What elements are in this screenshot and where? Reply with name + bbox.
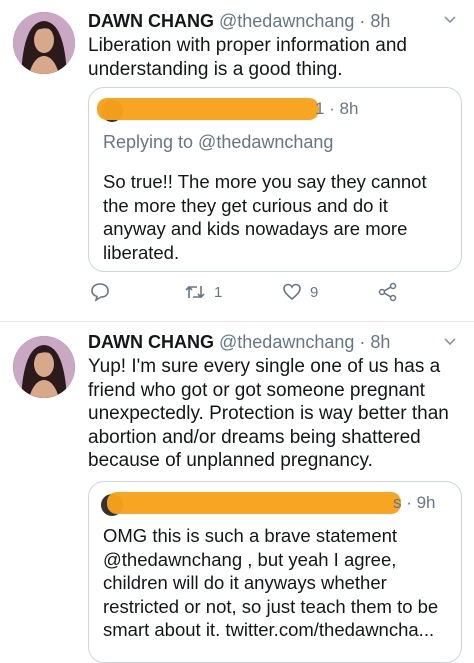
tweet-actions: 1 9 bbox=[88, 282, 460, 308]
quoted-text: OMG this is such a brave statement @thed… bbox=[103, 525, 439, 640]
redaction-mark bbox=[107, 492, 401, 514]
author-name[interactable]: DAWN CHANG bbox=[88, 332, 214, 352]
like-button[interactable]: 9 bbox=[282, 282, 318, 302]
reply-icon bbox=[91, 283, 109, 302]
quoted-time: 1 · 8h bbox=[315, 99, 359, 118]
tweet-text: Liberation with proper information and u… bbox=[88, 35, 407, 80]
replying-to[interactable]: Replying to @thedawnchang bbox=[103, 132, 333, 153]
avatar[interactable] bbox=[13, 12, 75, 74]
caret-down-icon[interactable] bbox=[444, 14, 456, 26]
retweet-icon bbox=[185, 285, 205, 299]
tweet-2[interactable]: DAWN CHANG @thedawnchang · 8h Yup! I'm s… bbox=[0, 322, 474, 663]
tweet-time[interactable]: · 8h bbox=[359, 332, 390, 352]
tweet-header: DAWN CHANG @thedawnchang · 8h bbox=[88, 10, 390, 32]
tweet-text: Yup! I'm sure every single one of us has… bbox=[88, 356, 449, 471]
caret-down-icon[interactable] bbox=[444, 336, 456, 348]
avatar[interactable] bbox=[13, 336, 75, 398]
like-count: 9 bbox=[310, 283, 319, 301]
like-icon bbox=[283, 283, 301, 301]
quoted-tweet[interactable]: s · 9h OMG this is such a brave statemen… bbox=[88, 481, 462, 663]
tweet-time[interactable]: · 8h bbox=[359, 11, 390, 31]
share-button[interactable] bbox=[378, 282, 398, 302]
reply-button[interactable] bbox=[90, 282, 110, 302]
quoted-time: s · 9h bbox=[393, 493, 436, 512]
quoted-tweet[interactable]: 1 · 8h Replying to @thedawnchang So true… bbox=[88, 87, 462, 272]
share-icon bbox=[378, 282, 397, 302]
tweet-header: DAWN CHANG @thedawnchang · 8h bbox=[88, 331, 390, 353]
author-name[interactable]: DAWN CHANG bbox=[88, 11, 214, 31]
retweet-button[interactable]: 1 bbox=[184, 282, 222, 302]
author-handle[interactable]: @thedawnchang bbox=[219, 332, 354, 352]
redaction-mark bbox=[97, 98, 319, 120]
tweet-1[interactable]: DAWN CHANG @thedawnchang · 8h Liberation… bbox=[0, 0, 474, 318]
quoted-text: So true!! The more you say they cannot t… bbox=[103, 171, 427, 263]
retweet-count: 1 bbox=[214, 283, 223, 301]
author-handle[interactable]: @thedawnchang bbox=[219, 11, 354, 31]
